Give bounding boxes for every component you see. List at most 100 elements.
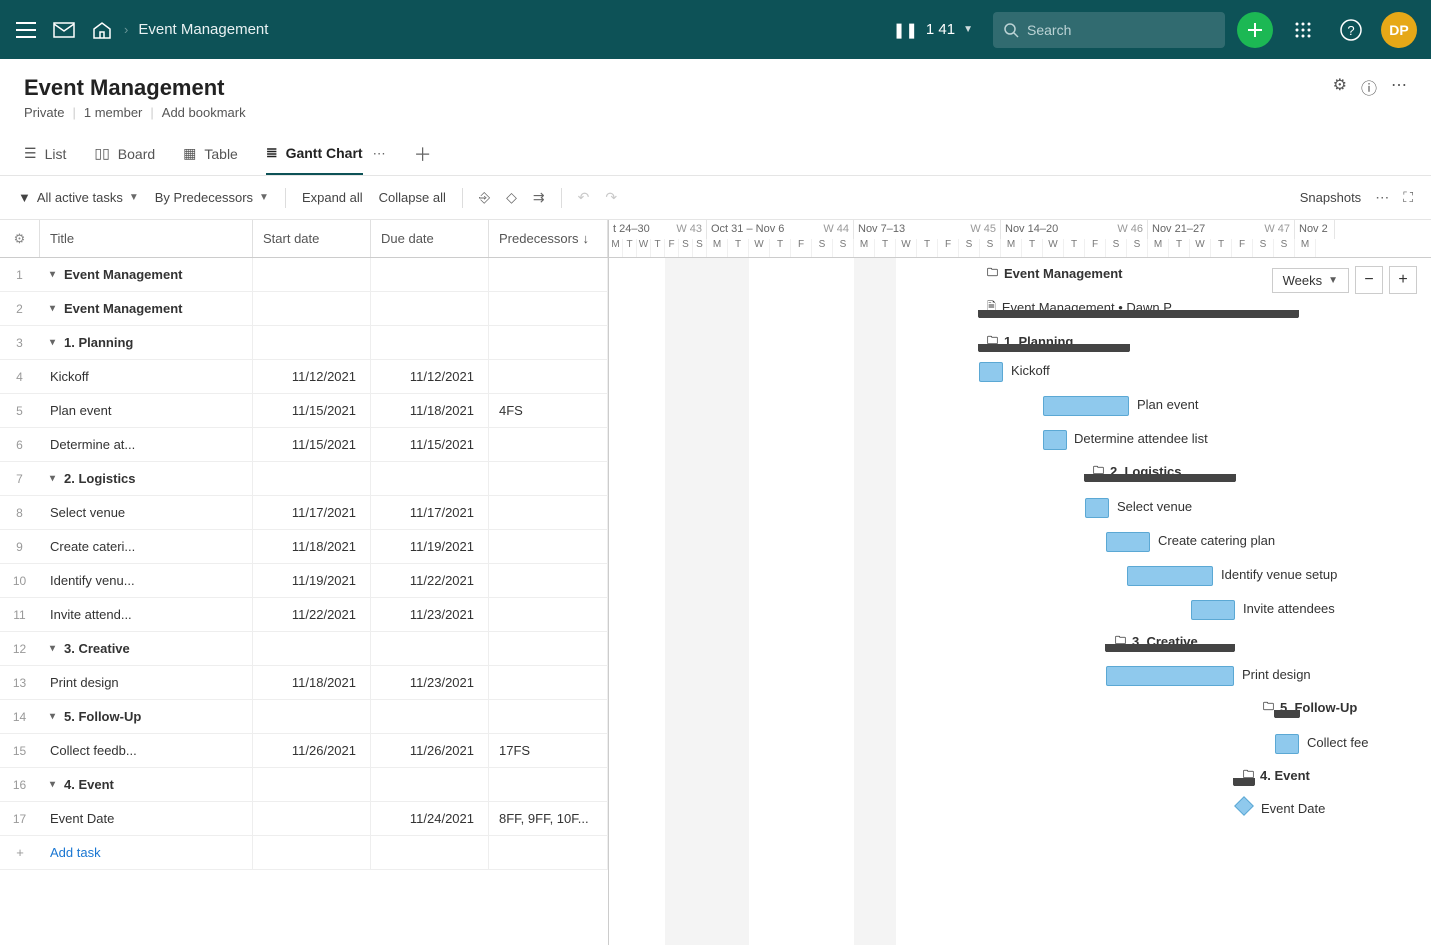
predecessors[interactable] (489, 564, 608, 597)
start-date[interactable]: 11/18/2021 (253, 666, 371, 699)
task-title[interactable]: Event Date (40, 802, 253, 835)
week-header[interactable]: Nov 7–13W 45 (854, 220, 1001, 239)
members[interactable]: 1 member (84, 105, 143, 120)
due-date[interactable] (371, 462, 489, 495)
link-icon[interactable]: ⇉ (533, 189, 545, 206)
info-icon[interactable]: ⓘ (1361, 75, 1377, 99)
table-row[interactable]: 10Identify venu...11/19/202111/22/2021 (0, 564, 608, 598)
tab-list[interactable]: ☰List (24, 132, 66, 175)
col-start[interactable]: Start date (253, 220, 371, 257)
breadcrumb[interactable]: Event Management (138, 21, 268, 38)
summary-bar[interactable] (1275, 710, 1299, 718)
due-date[interactable] (371, 326, 489, 359)
task-title[interactable]: ▾Event Management (40, 292, 253, 325)
task-title[interactable]: Plan event (40, 394, 253, 427)
start-date[interactable] (253, 326, 371, 359)
predecessors[interactable]: 4FS (489, 394, 608, 427)
table-row[interactable]: 15Collect feedb...11/26/202111/26/202117… (0, 734, 608, 768)
predecessors[interactable] (489, 326, 608, 359)
add-bookmark[interactable]: Add bookmark (162, 105, 246, 120)
milestone-icon[interactable]: ◇ (506, 189, 517, 206)
gantt-bar[interactable] (1275, 734, 1299, 754)
predecessors[interactable] (489, 360, 608, 393)
collapse-all[interactable]: Collapse all (379, 190, 446, 205)
chevron-down-icon[interactable]: ▾ (50, 643, 60, 654)
start-date[interactable]: 11/22/2021 (253, 598, 371, 631)
task-title[interactable]: ▾3. Creative (40, 632, 253, 665)
chevron-down-icon[interactable]: ▾ (50, 711, 60, 722)
start-date[interactable]: 11/15/2021 (253, 394, 371, 427)
col-title[interactable]: Title (40, 220, 253, 257)
due-date[interactable]: 11/19/2021 (371, 530, 489, 563)
predecessors[interactable] (489, 598, 608, 631)
predecessors[interactable] (489, 632, 608, 665)
task-title[interactable]: Kickoff (40, 360, 253, 393)
tab-gantt[interactable]: ≣Gantt Chart (266, 132, 363, 175)
table-row[interactable]: 16▾4. Event (0, 768, 608, 802)
mail-icon[interactable] (52, 18, 76, 42)
predecessors[interactable] (489, 530, 608, 563)
predecessors[interactable] (489, 428, 608, 461)
due-date[interactable]: 11/23/2021 (371, 666, 489, 699)
zoom-dropdown[interactable]: Weeks▼ (1272, 268, 1349, 293)
milestone-diamond[interactable] (1234, 796, 1254, 816)
task-title[interactable]: ▾5. Follow-Up (40, 700, 253, 733)
summary-bar[interactable] (1106, 644, 1234, 652)
task-title[interactable]: ▾1. Planning (40, 326, 253, 359)
start-date[interactable]: 11/15/2021 (253, 428, 371, 461)
zoom-in-button[interactable]: + (1389, 266, 1417, 294)
expand-icon[interactable]: ⛶ (1403, 189, 1413, 206)
timer[interactable]: ❚❚ 1 41 ▼ (885, 17, 981, 43)
redo-icon[interactable]: ↷ (605, 189, 617, 206)
gantt-bar[interactable] (1043, 430, 1067, 450)
home-icon[interactable] (90, 18, 114, 42)
due-date[interactable] (371, 768, 489, 801)
task-title[interactable]: Invite attend... (40, 598, 253, 631)
expand-all[interactable]: Expand all (302, 190, 363, 205)
due-date[interactable] (371, 292, 489, 325)
chevron-down-icon[interactable]: ▾ (50, 779, 60, 790)
start-date[interactable] (253, 632, 371, 665)
gantt-bar[interactable] (979, 362, 1003, 382)
table-row[interactable]: 8Select venue11/17/202111/17/2021 (0, 496, 608, 530)
gantt-bar[interactable] (1191, 600, 1235, 620)
gantt-bar[interactable] (1106, 532, 1150, 552)
due-date[interactable]: 11/22/2021 (371, 564, 489, 597)
col-pred[interactable]: Predecessors↓ (489, 220, 608, 257)
gantt-bar[interactable] (1127, 566, 1213, 586)
table-row[interactable]: 5Plan event11/15/202111/18/20214FS (0, 394, 608, 428)
task-title[interactable]: ▾Event Management (40, 258, 253, 291)
due-date[interactable]: 11/23/2021 (371, 598, 489, 631)
predecessors[interactable] (489, 666, 608, 699)
apps-icon[interactable] (1285, 12, 1321, 48)
predecessors[interactable] (489, 292, 608, 325)
start-date[interactable]: 11/19/2021 (253, 564, 371, 597)
due-date[interactable]: 11/17/2021 (371, 496, 489, 529)
snapshots[interactable]: Snapshots (1300, 190, 1361, 205)
col-due[interactable]: Due date (371, 220, 489, 257)
tab-board[interactable]: ▯▯Board (94, 132, 155, 175)
task-title[interactable]: Determine at... (40, 428, 253, 461)
predecessors[interactable] (489, 462, 608, 495)
start-date[interactable] (253, 292, 371, 325)
start-date[interactable] (253, 802, 371, 835)
search-input[interactable] (1027, 22, 1215, 38)
table-row[interactable]: 1▾Event Management (0, 258, 608, 292)
table-row[interactable]: 11Invite attend...11/22/202111/23/2021 (0, 598, 608, 632)
table-row[interactable]: 3▾1. Planning (0, 326, 608, 360)
gear-icon[interactable]: ⚙ (0, 220, 40, 257)
week-header[interactable]: Nov 14–20W 46 (1001, 220, 1148, 239)
chevron-down-icon[interactable]: ▾ (50, 269, 60, 280)
table-row[interactable]: 14▾5. Follow-Up (0, 700, 608, 734)
undo-icon[interactable]: ↶ (578, 189, 590, 206)
task-title[interactable]: ▾2. Logistics (40, 462, 253, 495)
gear-icon[interactable]: ⚙ (1333, 75, 1347, 99)
week-header[interactable]: Nov 2 (1295, 220, 1335, 239)
chevron-down-icon[interactable]: ▾ (50, 303, 60, 314)
start-date[interactable]: 11/26/2021 (253, 734, 371, 767)
table-row[interactable]: 9Create cateri...11/18/202111/19/2021 (0, 530, 608, 564)
summary-bar[interactable] (1085, 474, 1235, 482)
search-box[interactable] (993, 12, 1225, 48)
menu-icon[interactable] (14, 18, 38, 42)
table-row[interactable]: 6Determine at...11/15/202111/15/2021 (0, 428, 608, 462)
